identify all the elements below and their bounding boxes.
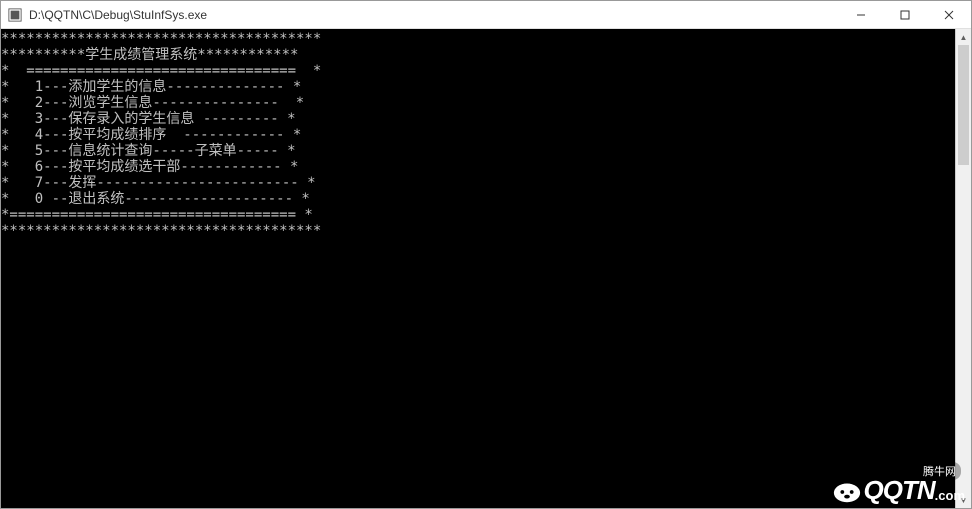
app-window: D:\QQTN\C\Debug\StuInfSys.exe **********… <box>0 0 972 509</box>
console-line: * 5---信息统计查询-----子菜单----- * <box>1 143 955 159</box>
console-line: * 2---浏览学生信息--------------- * <box>1 95 955 111</box>
maximize-button[interactable] <box>883 1 927 28</box>
console-output[interactable]: ****************************************… <box>1 29 955 508</box>
console-area: ****************************************… <box>1 29 971 508</box>
scroll-up-arrow[interactable]: ▲ <box>956 29 971 45</box>
scroll-down-arrow[interactable]: ▼ <box>956 492 971 508</box>
console-line: * 1---添加学生的信息-------------- * <box>1 79 955 95</box>
scroll-thumb[interactable] <box>958 45 969 165</box>
window-title: D:\QQTN\C\Debug\StuInfSys.exe <box>29 8 207 22</box>
console-line: * 6---按平均成绩选干部------------ * <box>1 159 955 175</box>
console-line: * 3---保存录入的学生信息 --------- * <box>1 111 955 127</box>
titlebar-left: D:\QQTN\C\Debug\StuInfSys.exe <box>7 7 207 23</box>
console-line: * ================================ * <box>1 63 955 79</box>
console-line: * 4---按平均成绩排序 ------------ * <box>1 127 955 143</box>
console-line: *================================== * <box>1 207 955 223</box>
console-line: **********学生成绩管理系统************ <box>1 47 955 63</box>
watermark-cn-label: 腾牛网 <box>918 462 961 480</box>
console-line: ************************************** <box>1 31 955 47</box>
titlebar: D:\QQTN\C\Debug\StuInfSys.exe <box>1 1 971 29</box>
vertical-scrollbar[interactable]: ▲ ▼ <box>955 29 971 508</box>
console-line: * 0 --退出系统-------------------- * <box>1 191 955 207</box>
minimize-button[interactable] <box>839 1 883 28</box>
close-button[interactable] <box>927 1 971 28</box>
app-icon <box>7 7 23 23</box>
console-line: ************************************** <box>1 223 955 239</box>
window-controls <box>839 1 971 28</box>
console-line: * 7---发挥------------------------ * <box>1 175 955 191</box>
